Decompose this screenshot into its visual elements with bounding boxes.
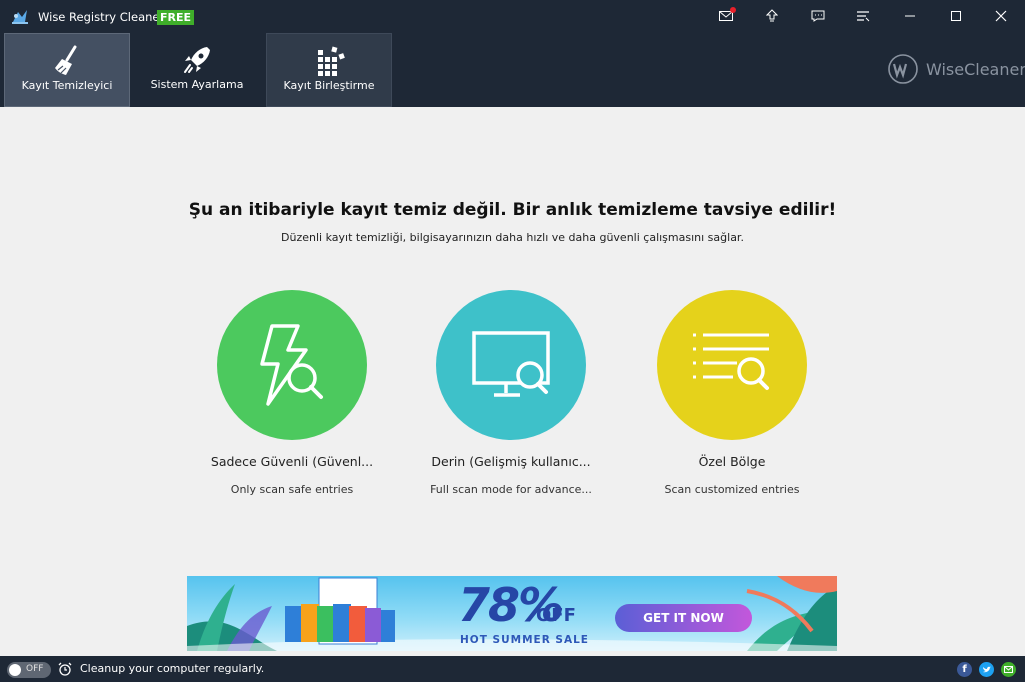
- tab-registry-defrag[interactable]: Kayıt Birleştirme: [266, 33, 392, 107]
- mode-description: Scan customized entries: [664, 483, 800, 496]
- close-icon: [995, 10, 1007, 22]
- mode-title: Sadece Güvenli (Güvenl...: [210, 454, 374, 469]
- tab-system-tuneup[interactable]: Sistem Ayarlama: [134, 33, 260, 107]
- wisecleaner-brand[interactable]: WiseCleaner: [886, 54, 1025, 84]
- status-subline: Düzenli kayıt temizliği, bilgisayarınızı…: [281, 231, 744, 244]
- scan-mode-circle[interactable]: [436, 290, 586, 440]
- broom-icon: [55, 45, 77, 75]
- scan-mode-circle[interactable]: [217, 290, 367, 440]
- app-title: Wise Registry Cleaner X: [38, 10, 176, 24]
- notification-dot: [730, 7, 736, 13]
- status-message: Cleanup your computer regularly.: [80, 662, 265, 675]
- monitor-search-icon: [472, 331, 550, 397]
- discount-off: OFF: [536, 605, 576, 626]
- scheduled-cleanup-toggle[interactable]: OFF: [7, 662, 51, 678]
- minimize-button[interactable]: [897, 4, 923, 28]
- menu-button[interactable]: [850, 4, 876, 28]
- mode-title: Derin (Gelişmiş kullanıc...: [431, 454, 591, 469]
- twitter-bird-icon: [982, 666, 991, 672]
- brand-name: WiseCleaner: [926, 59, 1025, 79]
- feedback-button[interactable]: [805, 4, 831, 28]
- mail-button[interactable]: [713, 4, 739, 28]
- minimize-icon: [905, 15, 915, 17]
- tab-label: Kayıt Birleştirme: [283, 79, 375, 92]
- upgrade-button[interactable]: [759, 4, 785, 28]
- title-bar: Wise Registry Cleaner X FREE: [0, 0, 1025, 33]
- tab-label: Kayıt Temizleyici: [21, 79, 113, 92]
- scan-mode-circle[interactable]: [657, 290, 807, 440]
- status-headline: Şu an itibariyle kayıt temiz değil. Bir …: [188, 200, 837, 220]
- sale-label: HOT SUMMER SALE: [460, 634, 589, 646]
- get-it-now-button[interactable]: GET IT NOW: [615, 604, 752, 632]
- envelope-icon: [1004, 666, 1013, 673]
- feedback-icon: [811, 10, 825, 22]
- alarm-clock-icon[interactable]: [58, 662, 72, 676]
- scan-mode-safe[interactable]: Sadece Güvenli (Güvenl... Only scan safe…: [197, 290, 387, 496]
- lightning-search-icon: [260, 324, 323, 406]
- upgrade-icon: [766, 9, 778, 22]
- tab-label: Sistem Ayarlama: [150, 78, 244, 91]
- mode-description: Full scan mode for advance...: [430, 483, 592, 496]
- menu-icon: [857, 11, 870, 22]
- wisecleaner-logo-icon: [888, 54, 918, 84]
- free-badge: FREE: [157, 10, 195, 25]
- maximize-button[interactable]: [943, 4, 969, 28]
- rocket-icon: [184, 47, 210, 73]
- scan-mode-deep[interactable]: Derin (Gelişmiş kullanıc... Full scan mo…: [416, 290, 606, 496]
- facebook-icon[interactable]: f: [957, 662, 972, 677]
- toggle-state: OFF: [26, 664, 44, 674]
- app-logo-icon: [12, 10, 28, 24]
- blocks-icon: [318, 46, 345, 76]
- maximize-icon: [951, 11, 961, 21]
- app-header: Wise Registry Cleaner X FREE Kayıt Temiz…: [0, 0, 1025, 107]
- close-button[interactable]: [988, 4, 1014, 28]
- scan-mode-custom[interactable]: Özel Bölge Scan customized entries: [637, 290, 827, 496]
- list-search-icon: [693, 333, 769, 390]
- twitter-icon[interactable]: [979, 662, 994, 677]
- toggle-knob: [9, 664, 21, 676]
- mode-description: Only scan safe entries: [230, 483, 354, 496]
- email-icon[interactable]: [1001, 662, 1016, 677]
- mode-title: Özel Bölge: [698, 454, 766, 469]
- status-bar: OFF Cleanup your computer regularly.: [0, 656, 1025, 682]
- tab-registry-cleaner[interactable]: Kayıt Temizleyici: [4, 33, 130, 107]
- promo-banner[interactable]: 78% OFF HOT SUMMER SALE GET IT NOW: [187, 576, 837, 651]
